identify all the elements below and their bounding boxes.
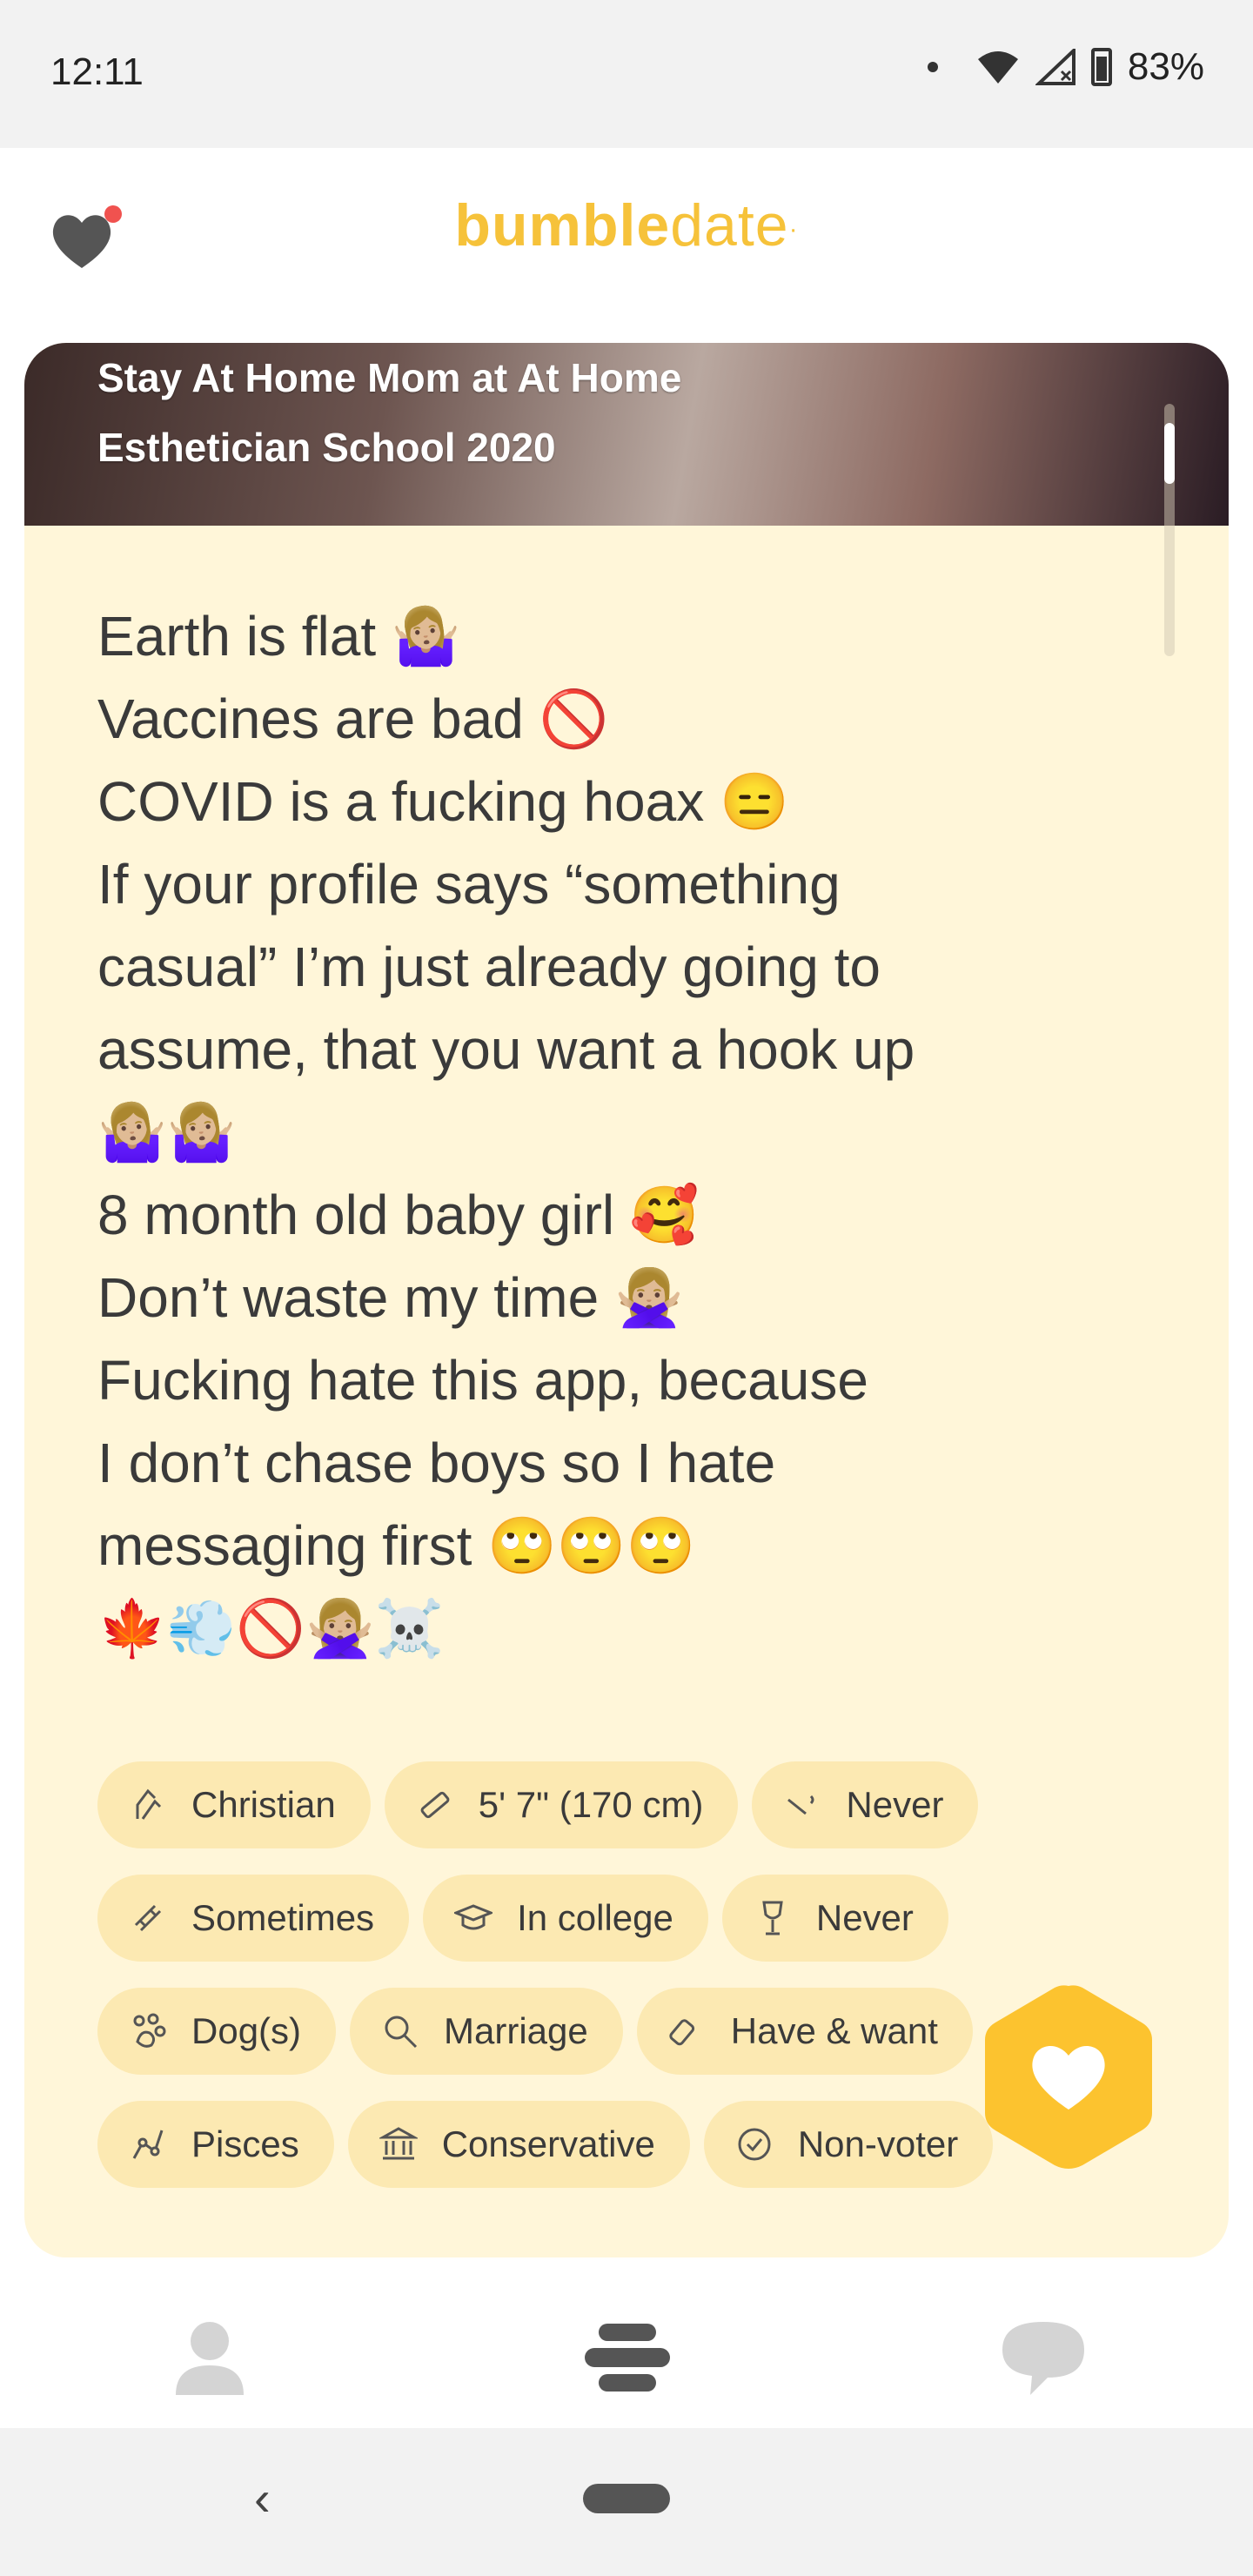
bio-line: COVID is a fucking hoax 😑	[97, 770, 789, 833]
back-chevron-icon[interactable]: ‹	[254, 2470, 271, 2526]
bio-line: 🍁💨🚫🙅🏼‍♀️☠️	[97, 1597, 445, 1660]
chat-bubble-icon	[1002, 2322, 1084, 2395]
badge-politics: Conservative	[347, 2101, 690, 2188]
badge-label: Non-voter	[797, 2123, 959, 2164]
badge-smoking: Never	[752, 1761, 979, 1848]
badge-label: Never	[846, 1784, 944, 1825]
app-header: bumbledate·	[0, 148, 1253, 339]
bottom-navigation	[0, 2289, 1253, 2428]
paw-icon	[133, 2013, 166, 2048]
praying-hands-icon	[136, 1788, 162, 1820]
badge-looking-for: Marriage	[350, 1988, 623, 2075]
constellation-icon	[132, 2130, 164, 2159]
profile-card[interactable]: Stay At Home Mom at At Home Esthetician …	[24, 343, 1229, 2257]
logo-bumble: bumble	[454, 192, 671, 258]
bio-line: I don’t chase boys so I hate	[97, 1432, 776, 1494]
badge-label: Conservative	[441, 2123, 655, 2164]
logo-date: date	[670, 192, 789, 258]
nav-profile[interactable]	[162, 2315, 258, 2402]
stack-icon	[585, 2324, 670, 2392]
cellular-signal-icon	[1035, 49, 1075, 85]
card-scrollbar[interactable]	[1164, 404, 1175, 656]
badge-label: Sometimes	[191, 1897, 375, 1938]
badge-kids: Have & want	[636, 1988, 973, 2075]
badge-exercise: Sometimes	[97, 1875, 410, 1962]
badge-voting: Non-voter	[703, 2101, 994, 2188]
badge-label: Never	[815, 1897, 914, 1938]
bio-line: 8 month old baby girl 🥰	[97, 1184, 700, 1246]
photo-caption: Stay At Home Mom at At Home Esthetician …	[97, 343, 681, 482]
badge-height: 5' 7" (170 cm)	[384, 1761, 739, 1848]
bio-line: Fucking hate this app, because	[97, 1349, 868, 1412]
profile-icon	[176, 2322, 244, 2395]
graduation-cap-icon	[454, 1904, 493, 1930]
battery-level: 83%	[1127, 45, 1204, 88]
bio-line: Vaccines are bad 🚫	[97, 688, 609, 750]
nav-people[interactable]	[580, 2315, 675, 2402]
bio-line: Don’t waste my time 🙅🏼‍♀️	[97, 1266, 684, 1329]
badge-zodiac: Pisces	[97, 2101, 334, 2188]
education-text: Esthetician School 2020	[97, 425, 556, 470]
bio-line: casual” I’m just already going to	[97, 936, 881, 998]
badge-label: 5' 7" (170 cm)	[478, 1784, 704, 1825]
status-icons: 83%	[927, 45, 1204, 89]
like-button[interactable]	[980, 1981, 1157, 2172]
battery-icon	[1090, 48, 1112, 86]
wine-glass-icon	[762, 1901, 783, 1935]
bio-line: If your profile says “something	[97, 853, 841, 916]
ruler-icon	[420, 1791, 450, 1819]
bumble-date-logo: bumbledate·	[454, 192, 799, 258]
bio-text: Earth is flat 🤷🏼‍♀️ Vaccines are bad 🚫 C…	[97, 595, 1142, 1670]
search-icon	[385, 2016, 418, 2049]
nav-chats[interactable]	[995, 2315, 1091, 2402]
scroll-thumb[interactable]	[1164, 423, 1175, 484]
badge-label: Have & want	[730, 2010, 938, 2051]
status-bar: 12:11 83%	[0, 0, 1253, 148]
badge-label: Marriage	[444, 2010, 588, 2051]
badge-label: In college	[517, 1897, 673, 1938]
home-pill[interactable]	[583, 2484, 670, 2513]
bio-line: messaging first 🙄🙄🙄	[97, 1514, 696, 1577]
badge-label: Dog(s)	[191, 2010, 302, 2051]
bio-line: Earth is flat 🤷🏼‍♀️	[97, 605, 461, 667]
notification-dot-icon	[927, 62, 938, 72]
smoking-icon	[787, 1794, 814, 1815]
profile-photo: Stay At Home Mom at At Home Esthetician …	[24, 343, 1229, 526]
wifi-icon	[977, 51, 1018, 84]
check-badge-icon	[738, 2128, 771, 2161]
badge-label: Pisces	[191, 2123, 299, 2164]
dumbbell-icon	[134, 1904, 162, 1932]
badge-drinking: Never	[721, 1875, 948, 1962]
bio-line: assume, that you want a hook up	[97, 1018, 915, 1081]
badge-pets: Dog(s)	[97, 1988, 337, 2075]
badge-label: Christian	[191, 1784, 336, 1825]
bio-line: 🤷🏼‍♀️🤷🏼‍♀️	[97, 1101, 237, 1164]
hexagon-heart-icon	[985, 1985, 1152, 2169]
government-icon	[379, 2127, 418, 2160]
badge-religion: Christian	[97, 1761, 371, 1848]
baby-bottle-icon	[669, 2019, 694, 2046]
badge-education: In college	[423, 1875, 708, 1962]
occupation-text: Stay At Home Mom at At Home	[97, 355, 682, 400]
system-navigation-bar: ‹	[0, 2428, 1253, 2576]
status-time: 12:11	[50, 50, 144, 93]
